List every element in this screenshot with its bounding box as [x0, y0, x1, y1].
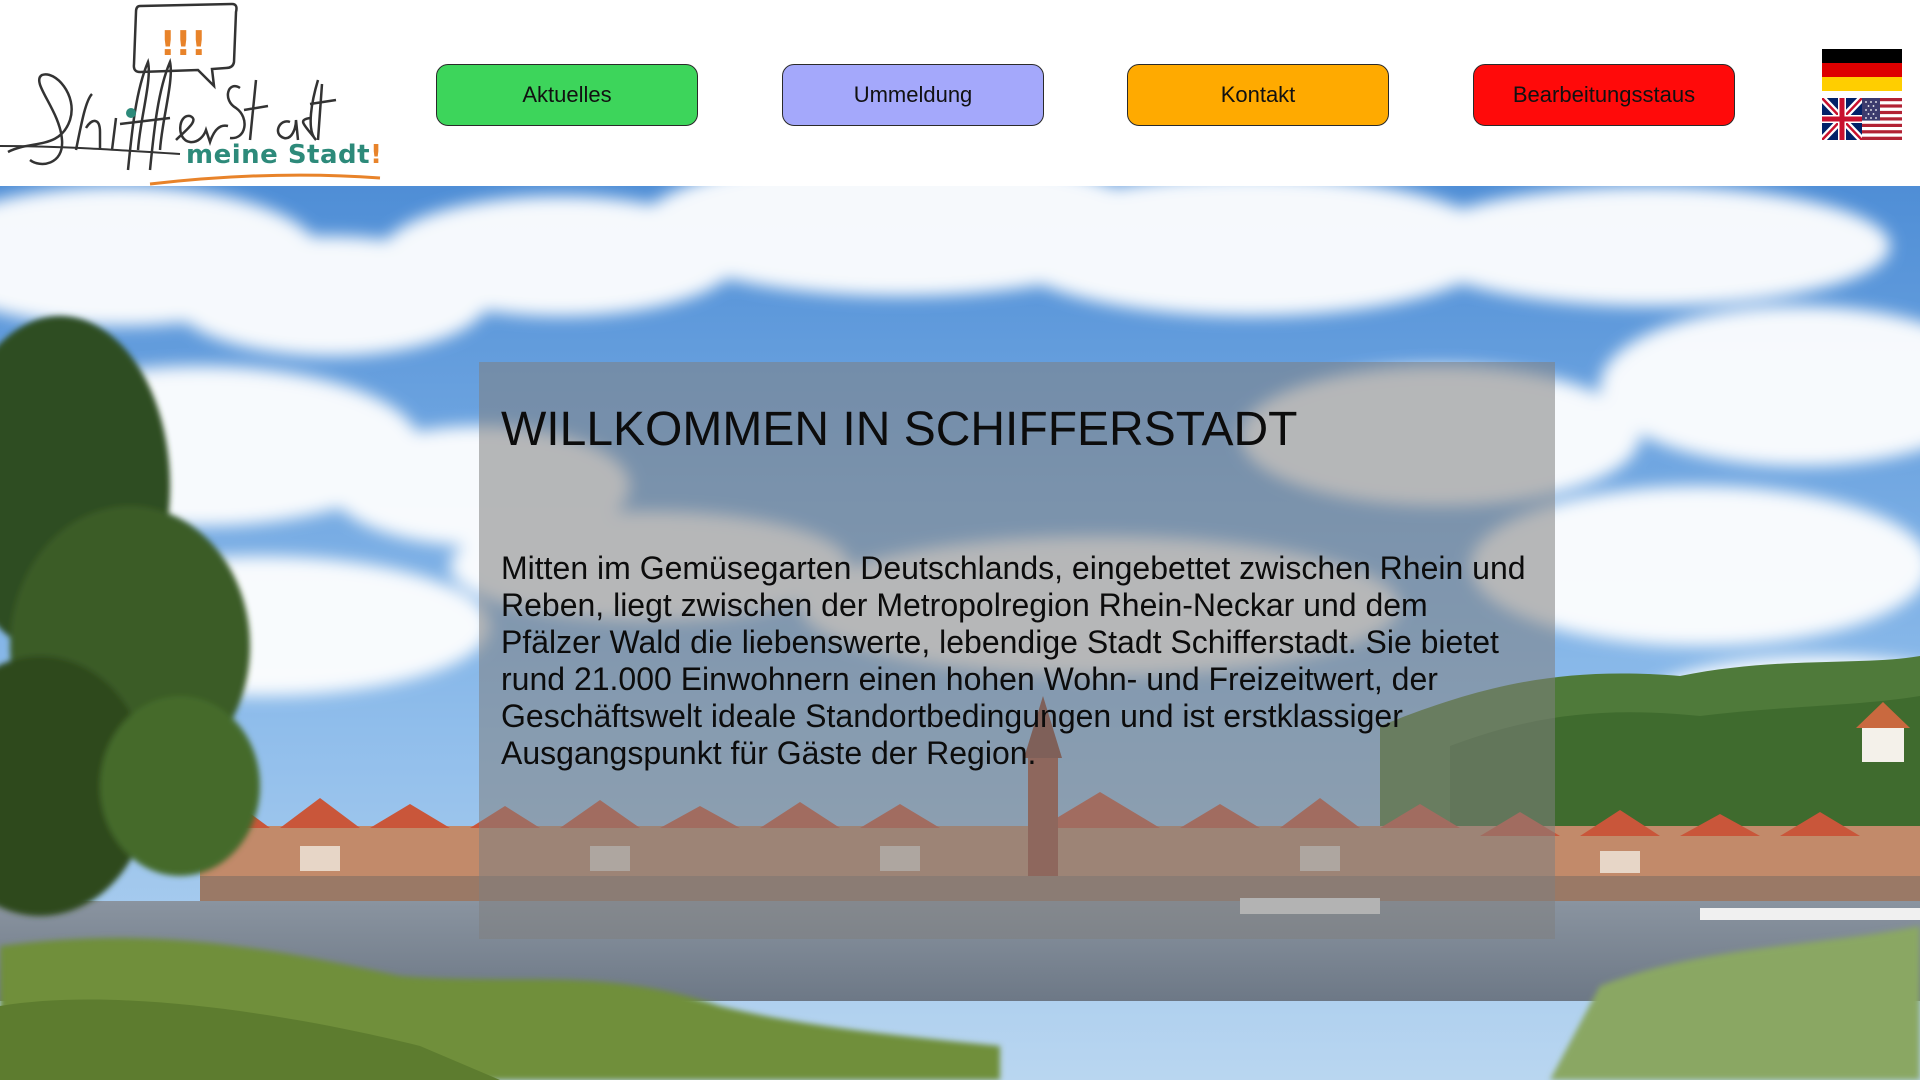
logo-tagline-excl: ! — [370, 140, 383, 170]
welcome-text: Mitten im Gemüsegarten Deutschlands, ein… — [501, 550, 1526, 771]
welcome-title: WILLKOMMEN IN SCHIFFERSTADT — [501, 403, 1298, 456]
hero-background-image: WILLKOMMEN IN SCHIFFERSTADT Mitten im Ge… — [0, 186, 1920, 1080]
german-flag-icon[interactable] — [1822, 49, 1902, 91]
uk-us-flag-icon[interactable] — [1822, 98, 1902, 140]
logo-exclamations: !!! — [160, 24, 207, 64]
nav-bearbeitungsstatus-button[interactable]: Bearbeitungsstaus — [1473, 64, 1735, 126]
nav-aktuelles-button[interactable]: Aktuelles — [436, 64, 698, 126]
nav-ummeldung-button[interactable]: Ummeldung — [782, 64, 1044, 126]
welcome-panel: WILLKOMMEN IN SCHIFFERSTADT Mitten im Ge… — [479, 362, 1555, 939]
logo-tagline: meine Stadt! — [186, 140, 382, 170]
logo-tagline-text: meine Stadt — [186, 140, 371, 170]
nav-kontakt-button[interactable]: Kontakt — [1127, 64, 1389, 126]
site-logo[interactable]: !!! meine Stadt! — [0, 0, 385, 186]
site-header: !!! meine Stadt! Aktuelles Ummeldung Kon… — [0, 0, 1920, 186]
